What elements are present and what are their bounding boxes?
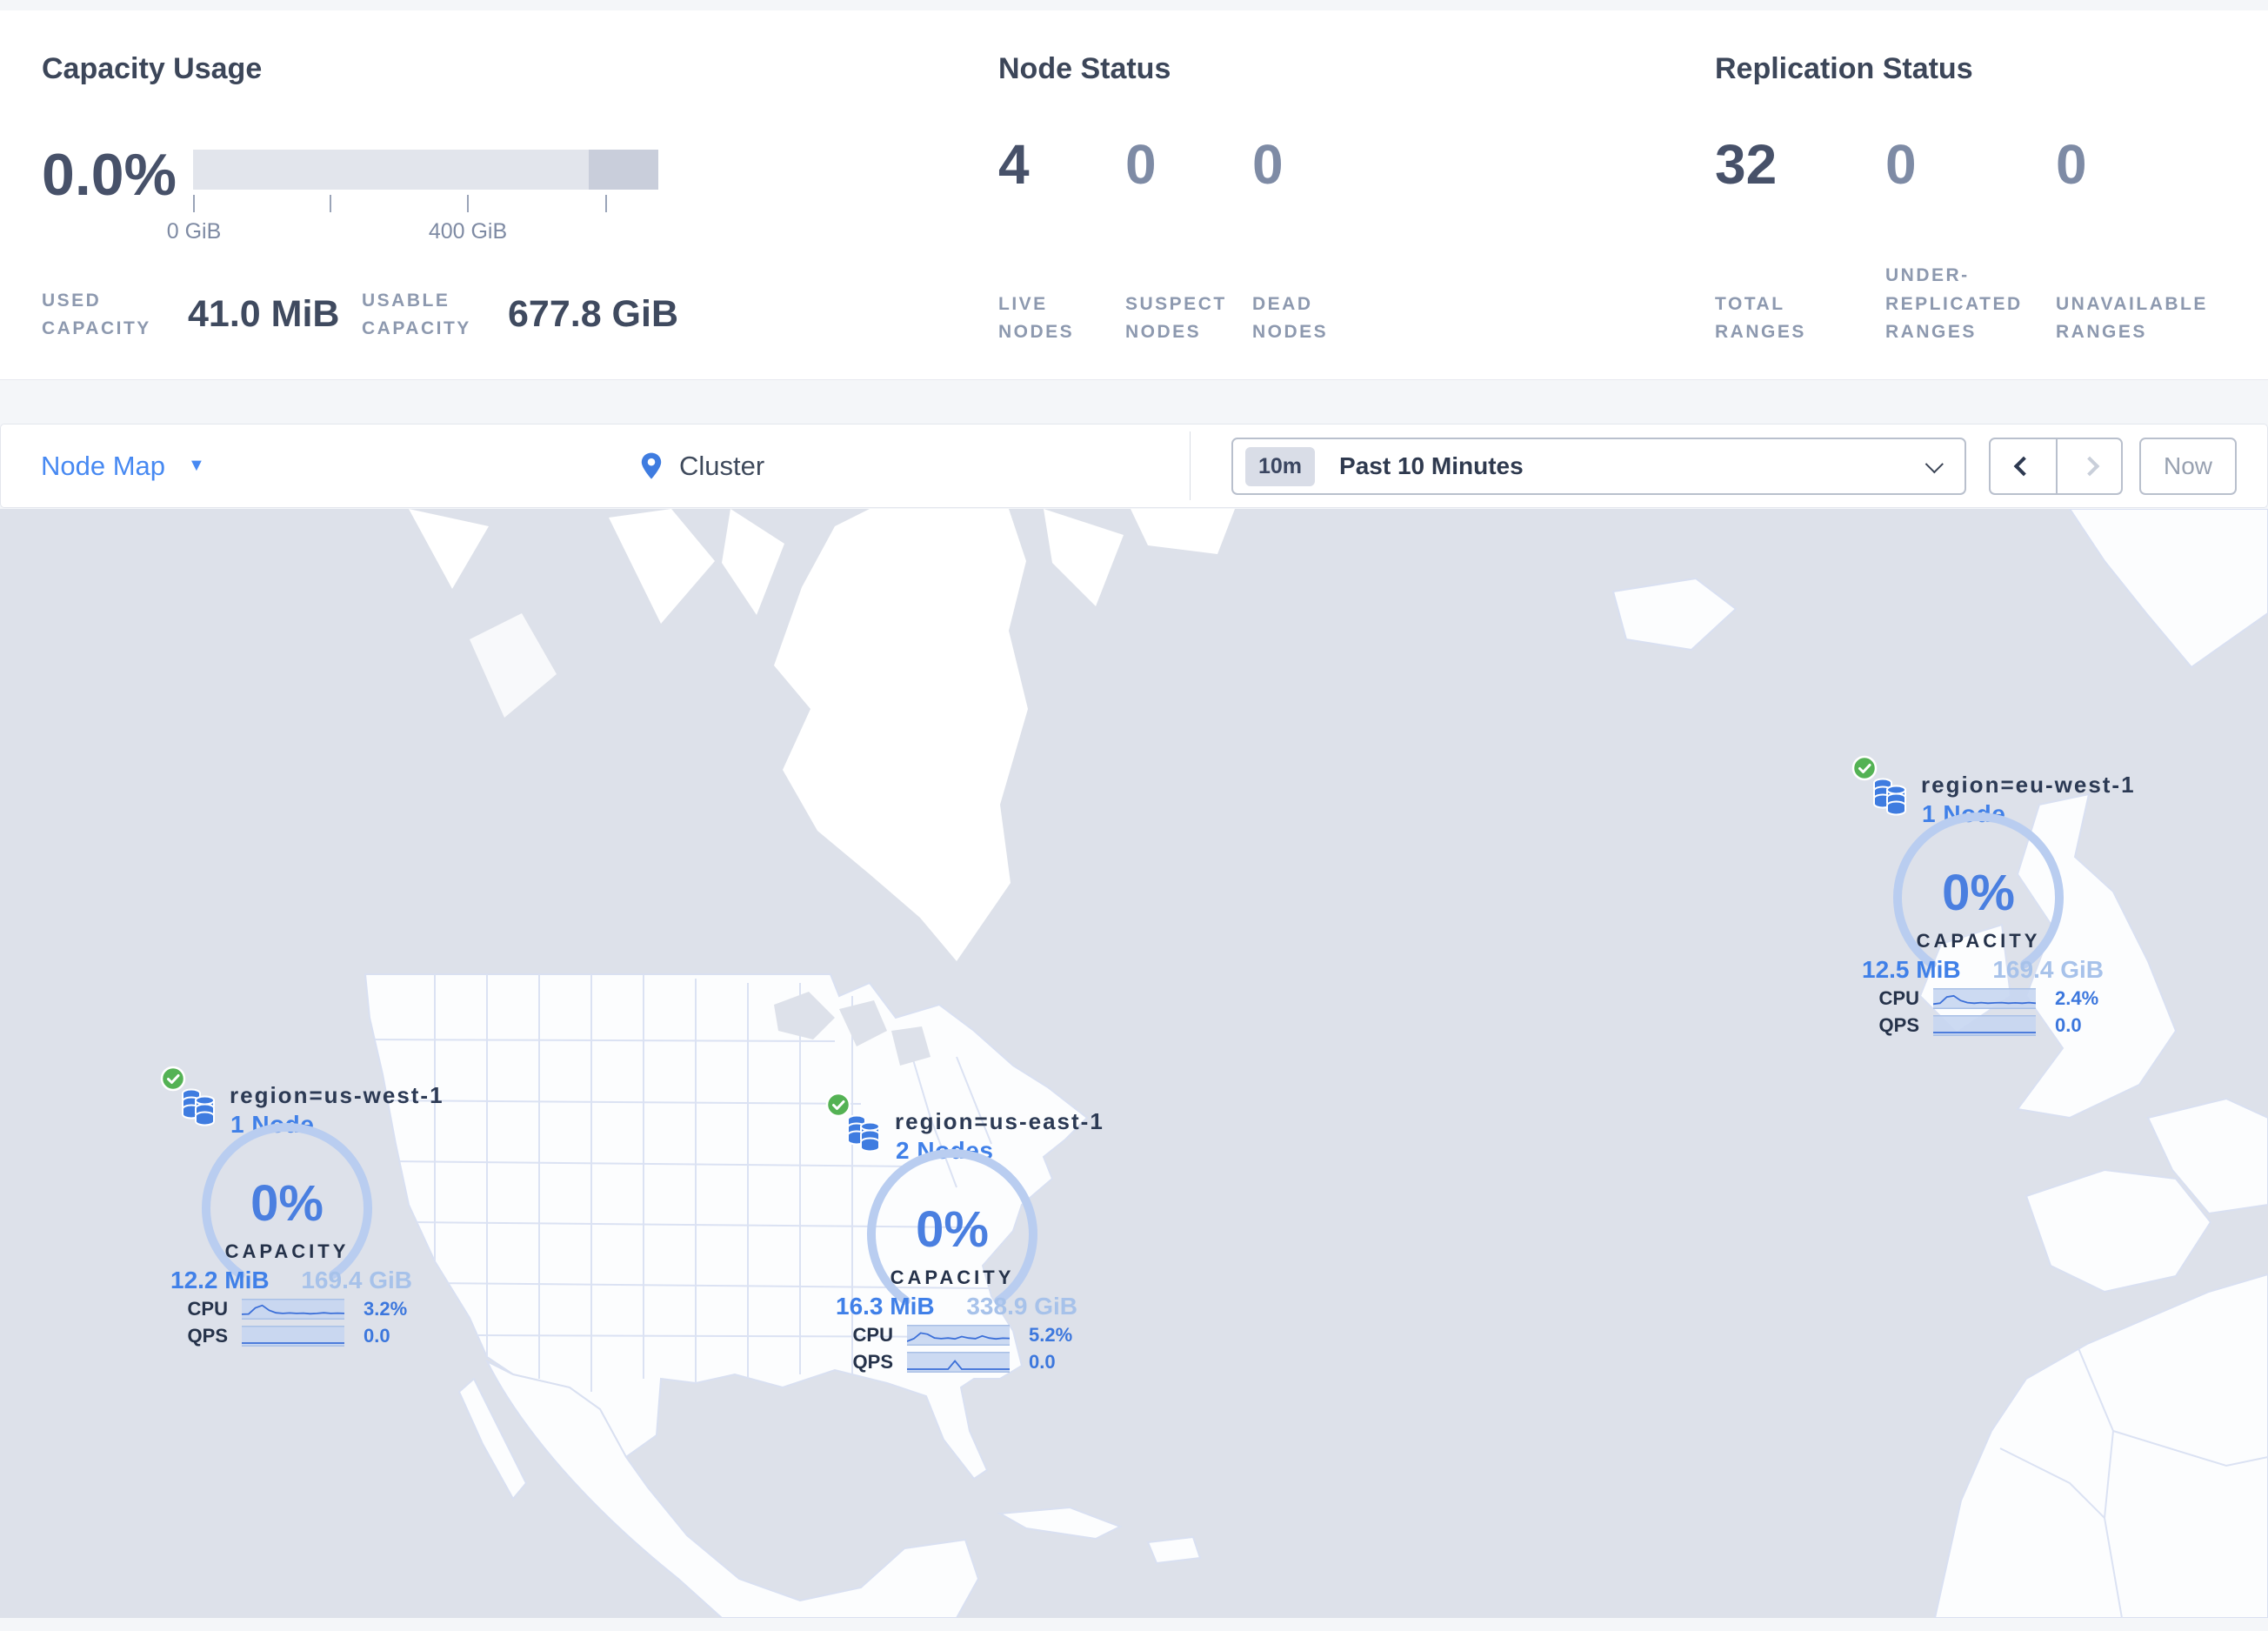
axis-tick	[193, 195, 195, 212]
capacity-bar-reserved-segment	[589, 150, 658, 190]
used-capacity-value: 41.0 MiB	[188, 293, 340, 335]
capacity-label: CAPACITY	[224, 1240, 350, 1262]
total-ranges-stat: 32 TOTAL RANGES	[1715, 132, 1885, 347]
used-capacity-label: USED CAPACITY	[42, 291, 151, 338]
capacity-percent: 0%	[1942, 865, 2015, 921]
qps-value: 0.0	[1029, 1351, 1056, 1373]
page-footer-strip	[0, 1618, 2268, 1631]
region-label: region=us-east-1	[895, 1108, 1104, 1134]
capacity-usage-section: Capacity Usage 0.0% 0 GiB 400 GiB USED C…	[0, 10, 957, 380]
suspect-nodes-label: SUSPECT NODES	[1125, 293, 1227, 343]
view-selector-dropdown[interactable]: Node Map ▼	[41, 424, 205, 507]
node-status-section: Node Status 4 LIVE NODES 0 SUSPECT NODES…	[998, 10, 1694, 380]
chevron-left-icon	[2013, 456, 2033, 477]
live-nodes-stat: 4 LIVE NODES	[998, 132, 1125, 347]
view-selector-label: Node Map	[41, 450, 166, 481]
region-marker-us-east-1[interactable]: region=us-east-1 2 Nodes 0% CAPACITY 16.…	[813, 1089, 1103, 1385]
cpu-sparkline	[1933, 988, 2036, 1009]
time-prev-button[interactable]	[1991, 439, 2056, 493]
total-capacity: 338.9 GiB	[966, 1293, 1077, 1320]
chevron-right-icon	[2079, 456, 2099, 477]
toolbar-divider	[1190, 431, 1191, 500]
chevron-down-icon	[1924, 454, 1944, 473]
qps-value: 0.0	[2055, 1014, 2082, 1036]
total-ranges-value: 32	[1715, 133, 1778, 196]
used-capacity: 16.3 MiB	[836, 1293, 935, 1320]
dead-nodes-stat: 0 DEAD NODES	[1252, 132, 1379, 347]
map-pin-icon	[641, 452, 662, 479]
now-button[interactable]: Now	[2139, 438, 2237, 495]
cpu-sparkline	[907, 1325, 1010, 1346]
axis-tick	[330, 195, 331, 212]
live-nodes-value: 4	[998, 133, 1030, 196]
dead-nodes-value: 0	[1252, 133, 1284, 196]
region-label: region=us-west-1	[230, 1082, 444, 1108]
region-marker-us-west-1[interactable]: region=us-west-1 1 Node 0% CAPACITY 12.2…	[148, 1063, 443, 1359]
used-capacity: 12.2 MiB	[170, 1267, 270, 1293]
capacity-percent: 0%	[916, 1201, 989, 1258]
cpu-label: CPU	[187, 1298, 228, 1320]
replication-status-title: Replication Status	[1715, 52, 1973, 85]
under-replicated-label: UNDER-REPLICATED RANGES	[1885, 265, 2023, 343]
region-marker-eu-west-1[interactable]: region=eu-west-1 1 Node 0% CAPACITY 12.5…	[1839, 752, 2134, 1048]
capacity-usage-title: Capacity Usage	[42, 52, 263, 85]
breadcrumb-label: Cluster	[679, 450, 765, 481]
usable-capacity-value: 677.8 GiB	[508, 293, 678, 335]
axis-tick	[605, 195, 607, 212]
suspect-nodes-stat: 0 SUSPECT NODES	[1125, 132, 1252, 347]
axis-tick-label: 400 GiB	[428, 219, 508, 244]
cpu-sparkline	[242, 1299, 344, 1320]
dead-nodes-label: DEAD NODES	[1252, 293, 1329, 343]
unavailable-ranges-value: 0	[2056, 133, 2087, 196]
capacity-percent: 0%	[250, 1175, 324, 1232]
axis-tick	[467, 195, 469, 212]
now-button-label: Now	[2163, 452, 2212, 479]
node-map: region=us-west-1 1 Node 0% CAPACITY 12.2…	[0, 509, 2268, 1618]
region-label: region=eu-west-1	[1921, 772, 2136, 798]
suspect-nodes-value: 0	[1125, 133, 1157, 196]
cluster-summary-panel: Capacity Usage 0.0% 0 GiB 400 GiB USED C…	[0, 10, 2268, 380]
time-range-label: Past 10 Minutes	[1339, 452, 1524, 479]
capacity-label: CAPACITY	[890, 1267, 1015, 1288]
cpu-value: 2.4%	[2055, 987, 2099, 1009]
node-status-title: Node Status	[998, 52, 1171, 85]
capacity-percent: 0.0%	[42, 142, 177, 208]
used-capacity: 12.5 MiB	[1862, 956, 1961, 983]
cpu-value: 3.2%	[364, 1298, 408, 1320]
usable-capacity-label: USABLE CAPACITY	[362, 291, 471, 338]
cpu-label: CPU	[1878, 987, 1919, 1009]
qps-value: 0.0	[364, 1325, 390, 1347]
breadcrumb[interactable]: Cluster	[637, 424, 764, 507]
axis-tick-label: 0 GiB	[166, 219, 222, 244]
time-range-badge: 10m	[1245, 446, 1316, 486]
total-capacity: 169.4 GiB	[301, 1267, 412, 1293]
map-toolbar: Node Map ▼ Cluster 10m Past 10 Minutes N…	[0, 424, 2268, 508]
under-replicated-value: 0	[1885, 133, 1917, 196]
live-nodes-label: LIVE NODES	[998, 293, 1075, 343]
qps-sparkline	[907, 1352, 1010, 1373]
qps-label: QPS	[1878, 1014, 1919, 1036]
time-range-pager	[1989, 438, 2123, 495]
cpu-label: CPU	[852, 1324, 893, 1346]
qps-sparkline	[242, 1326, 344, 1347]
replication-status-section: Replication Status 32 TOTAL RANGES 0 UND…	[1715, 10, 2268, 380]
under-replicated-stat: 0 UNDER-REPLICATED RANGES	[1885, 132, 2056, 347]
qps-sparkline	[1933, 1015, 2036, 1036]
time-range-select[interactable]: 10m Past 10 Minutes	[1231, 438, 1966, 495]
time-next-button[interactable]	[2056, 439, 2121, 493]
unavailable-ranges-label: UNAVAILABLE RANGES	[2056, 293, 2208, 343]
unavailable-ranges-stat: 0 UNAVAILABLE RANGES	[2056, 132, 2226, 347]
qps-label: QPS	[187, 1325, 228, 1347]
total-capacity: 169.4 GiB	[1992, 956, 2104, 983]
total-ranges-label: TOTAL RANGES	[1715, 293, 1806, 343]
capacity-bar	[193, 150, 658, 190]
caret-down-icon: ▼	[188, 456, 205, 475]
cpu-value: 5.2%	[1029, 1324, 1073, 1346]
qps-label: QPS	[852, 1351, 893, 1373]
capacity-label: CAPACITY	[1916, 930, 2041, 952]
